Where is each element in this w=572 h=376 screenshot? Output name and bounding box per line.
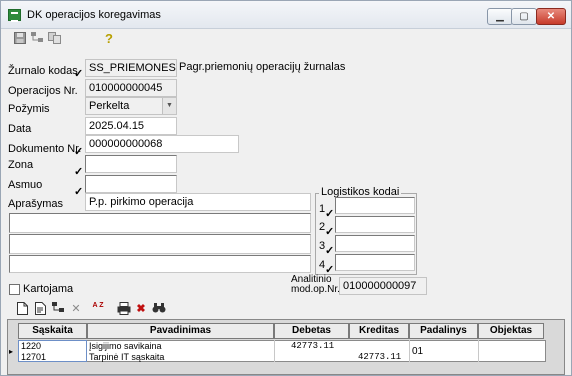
column-divider — [478, 340, 479, 362]
header-saskaita[interactable]: Sąskaita — [18, 323, 87, 339]
asmuo-field[interactable] — [85, 175, 177, 193]
aprasymas-line-3[interactable] — [9, 234, 311, 254]
print-icon[interactable] — [117, 302, 131, 316]
zona-field[interactable] — [85, 155, 177, 173]
row-2-pavadinimas: Tarpinė IT sąskaita — [89, 352, 165, 362]
aprasymas-line-2[interactable] — [9, 213, 311, 233]
aprasymas-line-4[interactable] — [9, 255, 311, 273]
zurnalo-pavadinimas: Pagr.priemonių operacijų žurnalas — [179, 61, 346, 73]
chevron-down-icon[interactable]: ▼ — [162, 98, 176, 114]
cancel-icon[interactable]: ✖ — [134, 302, 148, 316]
title-bar[interactable]: DK operacijos koregavimas ▁ ▢ ✕ — [1, 1, 571, 29]
window-title: DK operacijos koregavimas — [27, 9, 161, 21]
row-1-saskaita: 1220 — [21, 341, 42, 351]
header-objektas[interactable]: Objektas — [478, 323, 544, 339]
find-icon[interactable] — [152, 302, 166, 316]
aprasymas-label: Aprašymas — [8, 198, 64, 210]
dokumento-nr-check-icon: ✓ — [74, 146, 84, 158]
analitinio-field: 010000000097 — [339, 277, 427, 295]
tree-icon[interactable] — [30, 32, 46, 45]
copy-icon[interactable] — [47, 32, 63, 45]
kartojama-checkbox[interactable] — [9, 284, 20, 295]
close-icon: ✕ — [546, 11, 556, 22]
data-field[interactable]: 2025.04.15 — [85, 117, 177, 135]
column-divider — [274, 340, 275, 362]
asmuo-label: Asmuo — [8, 179, 43, 191]
row-marker-icon: ▸ — [9, 347, 14, 356]
logistikos-4-field[interactable] — [335, 254, 415, 271]
close-button[interactable]: ✕ — [536, 8, 566, 25]
logistikos-3-field[interactable] — [335, 235, 415, 252]
minimize-icon: ▁ — [496, 11, 504, 22]
operacijos-nr-label: Operacijos Nr. — [8, 85, 78, 97]
aprasymas-field[interactable]: P.p. pirkimo operacija — [85, 193, 311, 211]
new-doc-icon[interactable] — [15, 302, 29, 316]
zona-check-icon: ✓ — [74, 166, 84, 178]
row-2-kreditas: 42773.11 — [358, 352, 402, 362]
app-icon — [8, 9, 21, 22]
logistikos-1-field[interactable] — [335, 197, 415, 214]
delete-icon[interactable]: ✕ — [69, 302, 83, 316]
logistikos-2-check-icon: ✓ — [325, 226, 335, 238]
pozymis-value: Perkelta — [89, 100, 130, 112]
dokumento-nr-label: Dokumento Nr. — [8, 143, 82, 155]
asmuo-check-icon: ✓ — [74, 186, 84, 198]
analitinio-label-2: mod.op.Nr. — [291, 284, 340, 295]
header-debetas[interactable]: Debetas — [274, 323, 349, 339]
header-pavadinimas[interactable]: Pavadinimas — [87, 323, 274, 339]
dokumento-nr-field[interactable]: 000000000068 — [85, 135, 239, 153]
data-label: Data — [8, 123, 32, 135]
journal-grid[interactable]: Sąskaita Pavadinimas Debetas Kreditas Pa… — [7, 319, 565, 375]
pozymis-label: Požymis — [8, 103, 50, 115]
zurnalo-kodas-label: Žurnalo kodas — [8, 65, 78, 77]
row-1-debetas: 42773.11 — [291, 341, 335, 351]
padalinys-value: 01 — [412, 346, 424, 357]
operacijos-nr-field: 010000000045 — [85, 79, 177, 97]
row-2-saskaita: 12701 — [21, 352, 47, 362]
column-divider — [409, 340, 410, 362]
minimize-button[interactable]: ▁ — [487, 8, 513, 25]
logistikos-1-check-icon: ✓ — [325, 208, 335, 220]
save-icon[interactable] — [13, 32, 27, 45]
pozymis-select[interactable]: Perkelta ▼ — [85, 97, 177, 115]
tree-icon[interactable] — [51, 302, 67, 316]
row-1-pavadinimas: Įsigijimo savikaina — [89, 341, 162, 351]
help-icon[interactable]: ? — [102, 32, 116, 45]
restore-button[interactable]: ▢ — [511, 8, 537, 25]
sort-icon[interactable]: A Z — [91, 302, 105, 316]
logistikos-3-check-icon: ✓ — [325, 245, 335, 257]
zona-label: Zona — [8, 159, 34, 171]
edit-doc-icon[interactable] — [33, 302, 47, 316]
kartojama-label: Kartojama — [23, 283, 74, 295]
header-padalinys[interactable]: Padalinys — [409, 323, 478, 339]
header-kreditas[interactable]: Kreditas — [349, 323, 409, 339]
zurnalo-kodas-field[interactable]: SS_PRIEMONES — [85, 59, 177, 77]
zurnalo-kodas-check-icon: ✓ — [74, 68, 84, 80]
window: DK operacijos koregavimas ▁ ▢ ✕ ? Žurnal… — [0, 0, 572, 376]
logistikos-2-field[interactable] — [335, 216, 415, 233]
restore-icon: ▢ — [519, 11, 529, 22]
